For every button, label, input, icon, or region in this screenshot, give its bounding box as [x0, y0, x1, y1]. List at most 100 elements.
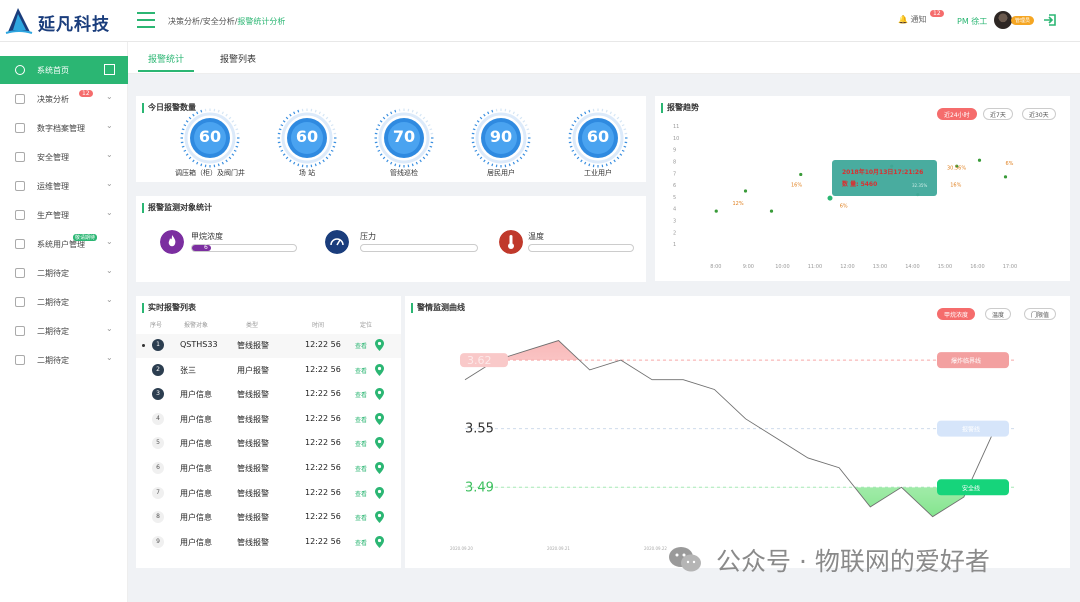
gauge-tick	[282, 120, 286, 123]
tab-bar: 报警统计 报警列表	[128, 42, 1080, 74]
tab-alarm-stats[interactable]: 报警统计	[148, 52, 184, 65]
scatter-point	[714, 209, 718, 213]
menu-toggle-icon[interactable]	[137, 12, 155, 28]
gauge-tick	[188, 116, 192, 120]
gauge-tick	[526, 145, 530, 148]
methane-progress: 6个	[191, 244, 297, 260]
view-location-link[interactable]: 查看	[355, 464, 367, 473]
map-pin-icon[interactable]	[375, 363, 384, 376]
gauge-tick	[278, 145, 282, 148]
gauge-tick	[573, 120, 577, 123]
sidebar-item-label: 二期待定	[37, 269, 69, 278]
gauge-tick	[487, 111, 490, 115]
chevron-down-icon: ⌄	[106, 324, 113, 333]
view-location-link[interactable]: 查看	[355, 439, 367, 448]
bell-icon: 🔔	[898, 15, 908, 24]
sidebar-item-phase2-c[interactable]: 二期待定 ⌄	[0, 317, 128, 345]
gauge-tick	[605, 109, 608, 113]
table-row[interactable]: 4 用户信息 管线报警 12:22 56 查看	[136, 408, 401, 432]
map-pin-icon[interactable]	[375, 339, 384, 351]
avatar[interactable]	[994, 11, 1012, 29]
map-pin-icon[interactable]	[375, 437, 384, 450]
brand-logo[interactable]: 延凡科技	[4, 6, 124, 38]
clock-icon	[15, 181, 25, 191]
view-location-link[interactable]: 查看	[355, 390, 367, 399]
map-pin-icon[interactable]	[375, 462, 384, 474]
chevron-down-icon: ⌄	[106, 237, 113, 246]
sidebar-item-users[interactable]: 系统用户管理 敬请期待 ⌄	[0, 230, 128, 258]
breadcrumb-path[interactable]: 决策分析/安全分析/	[168, 17, 237, 26]
table-row[interactable]: 7 用户信息 管线报警 12:22 56 查看	[136, 482, 401, 506]
gauge-tick	[183, 124, 187, 127]
gauge-tick	[297, 163, 300, 167]
col-header-location: 定位	[360, 322, 373, 329]
notification-button[interactable]: 🔔 通知 12	[898, 10, 944, 25]
table-row[interactable]: 9 用户信息 管线报警 12:22 56 查看	[136, 531, 401, 555]
map-pin-icon[interactable]	[375, 412, 384, 425]
gauge-tick	[185, 153, 189, 156]
chevron-down-icon: ⌄	[106, 353, 113, 362]
view-location-link[interactable]: 查看	[355, 513, 367, 522]
sidebar-item-decision[interactable]: 决策分析 12 ⌄	[0, 85, 128, 113]
sidebar-item-phase2-a[interactable]: 二期待定 ⌄	[0, 259, 128, 287]
gauge-tick	[318, 161, 321, 165]
table-row[interactable]: 8 用户信息 管线报警 12:22 56 查看	[136, 506, 401, 530]
card-title: 实时报警列表	[142, 303, 196, 313]
map-pin-icon[interactable]	[375, 511, 384, 524]
table-row[interactable]: 3 用户信息 管线报警 12:22 56 查看	[136, 383, 401, 407]
gauge-tick	[573, 153, 577, 156]
logout-icon[interactable]	[1043, 13, 1057, 27]
gauge-tick	[422, 156, 426, 160]
x-tick-label: 10:00	[775, 264, 789, 270]
user-name[interactable]: PM 徐工	[957, 16, 987, 27]
gauge-tick	[474, 124, 478, 127]
scatter-point	[743, 189, 748, 193]
gauge-tick	[289, 113, 292, 117]
sidebar-item-production[interactable]: 生产管理 ⌄	[0, 201, 128, 229]
sidebar-item-phase2-b[interactable]: 二期待定 ⌄	[0, 288, 128, 316]
sidebar-item-home[interactable]: 系统首页	[0, 56, 128, 84]
gauge-tick	[619, 153, 623, 156]
scatter-point	[977, 158, 982, 162]
view-location-link[interactable]: 查看	[355, 538, 367, 547]
gauge-tick	[181, 145, 185, 148]
row-number: 8	[152, 511, 164, 524]
gauge-tick	[196, 111, 199, 115]
map-pin-icon[interactable]	[375, 486, 384, 499]
home-icon	[15, 65, 25, 75]
gauge-tick	[524, 124, 528, 127]
sidebar-item-label: 数字档案管理	[37, 124, 85, 133]
gauge-tick	[522, 120, 526, 123]
sidebar-item-phase2-d[interactable]: 二期待定 ⌄	[0, 346, 128, 374]
gauge-tick	[584, 111, 587, 115]
view-location-link[interactable]: 查看	[355, 341, 367, 350]
sidebar-item-maintenance[interactable]: 运维管理 ⌄	[0, 172, 128, 200]
gauge-tick	[524, 149, 528, 152]
map-pin-icon[interactable]	[375, 388, 384, 401]
alarm-object: 用户信息	[180, 488, 212, 498]
gauge-tick	[377, 149, 381, 152]
table-row[interactable]: 5 用户信息 管线报警 12:22 56 查看	[136, 432, 401, 456]
alarm-type: 管线报警	[237, 390, 269, 400]
sidebar-item-safety[interactable]: 安全管理 ⌄	[0, 143, 128, 171]
gauge-tick	[415, 161, 418, 165]
temperature-progress	[528, 244, 634, 252]
gauge-tick	[394, 109, 397, 113]
tab-alarm-list[interactable]: 报警列表	[220, 52, 256, 65]
data-label: 12%	[733, 201, 744, 207]
alarm-line-label: 报警线	[962, 426, 980, 434]
x-tick-label: 14:00	[905, 264, 919, 270]
map-pin-icon[interactable]	[375, 535, 384, 548]
x-tick-label: 9:00	[743, 264, 754, 270]
table-row[interactable]: 1 QSTHS33 管线报警 12:22 56 查看	[136, 334, 401, 358]
x-tick-label: 12:00	[840, 264, 854, 270]
view-location-link[interactable]: 查看	[355, 415, 367, 424]
sidebar-item-archive[interactable]: 数字档案管理 ⌄	[0, 114, 128, 142]
table-row[interactable]: 2 张三 用户报警 12:22 56 查看	[136, 359, 401, 383]
table-row[interactable]: 6 用户信息 管线报警 12:22 56 查看	[136, 457, 401, 481]
view-location-link[interactable]: 查看	[355, 366, 367, 375]
view-location-link[interactable]: 查看	[355, 489, 367, 498]
tooltip-value: 数 量: 5460	[842, 180, 877, 188]
gauge-tick	[386, 113, 389, 117]
y-tick-label: 2	[673, 230, 676, 236]
